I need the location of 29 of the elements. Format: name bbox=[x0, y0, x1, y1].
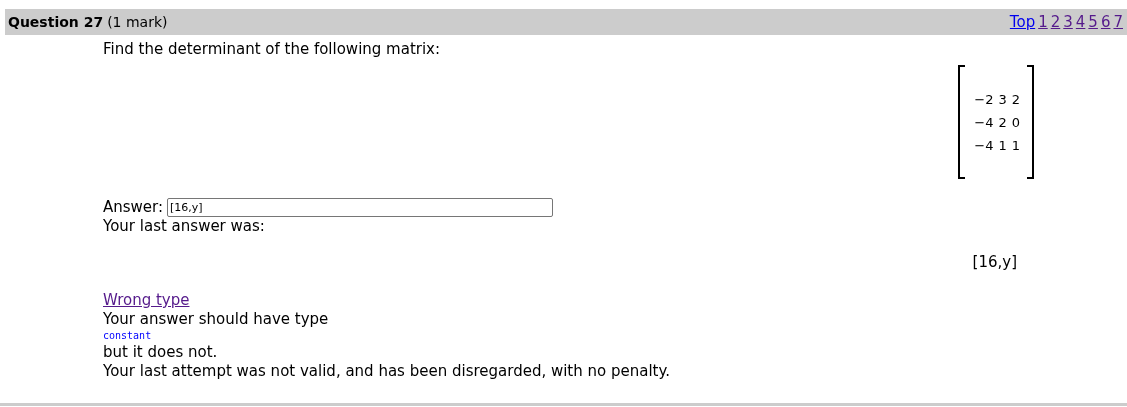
feedback-text: Your answer should have type bbox=[103, 310, 330, 329]
last-answer-value: [16,y] bbox=[972, 252, 1017, 272]
answer-label: Answer: bbox=[103, 198, 164, 217]
matrix-entry: −4 bbox=[974, 136, 994, 155]
nav-link[interactable]: 2 bbox=[1050, 13, 1061, 31]
answer-field[interactable]: [16,y] bbox=[167, 198, 554, 217]
nav-link[interactable]: 3 bbox=[1063, 13, 1073, 31]
feedback-text: but it does not. bbox=[103, 343, 219, 362]
matrix-entry: 1 bbox=[998, 136, 1007, 155]
nav-link[interactable]: Top bbox=[1009, 13, 1036, 31]
question-title: Question 27 bbox=[8, 14, 104, 30]
matrix-entry: 1 bbox=[1011, 136, 1020, 155]
type-name: constant bbox=[103, 329, 153, 343]
nav-link[interactable]: 5 bbox=[1088, 13, 1098, 31]
matrix-entry: 2 bbox=[1011, 90, 1020, 109]
matrix-entry: 2 bbox=[998, 113, 1007, 132]
nav-link[interactable]: 4 bbox=[1075, 13, 1086, 31]
nav-link[interactable]: 1 bbox=[1038, 13, 1048, 31]
matrix-entry: 3 bbox=[998, 90, 1007, 109]
matrix-entry: −4 bbox=[974, 113, 994, 132]
question-text: Find the determinant of the following matrix: bbox=[103, 40, 442, 59]
wrong-type-link[interactable]: Wrong type bbox=[103, 291, 190, 309]
question-mark: (1 mark) bbox=[107, 14, 168, 30]
matrix-entry: 0 bbox=[1011, 113, 1020, 132]
feedback-text: Your last attempt was not valid, and has been disregarded, with no penalty. bbox=[103, 362, 671, 381]
matrix-entry: −2 bbox=[974, 90, 994, 109]
nav-link[interactable]: 7 bbox=[1113, 13, 1123, 31]
nav-link[interactable]: 6 bbox=[1100, 13, 1111, 31]
last-answer-label: Your last answer was: bbox=[103, 217, 266, 236]
